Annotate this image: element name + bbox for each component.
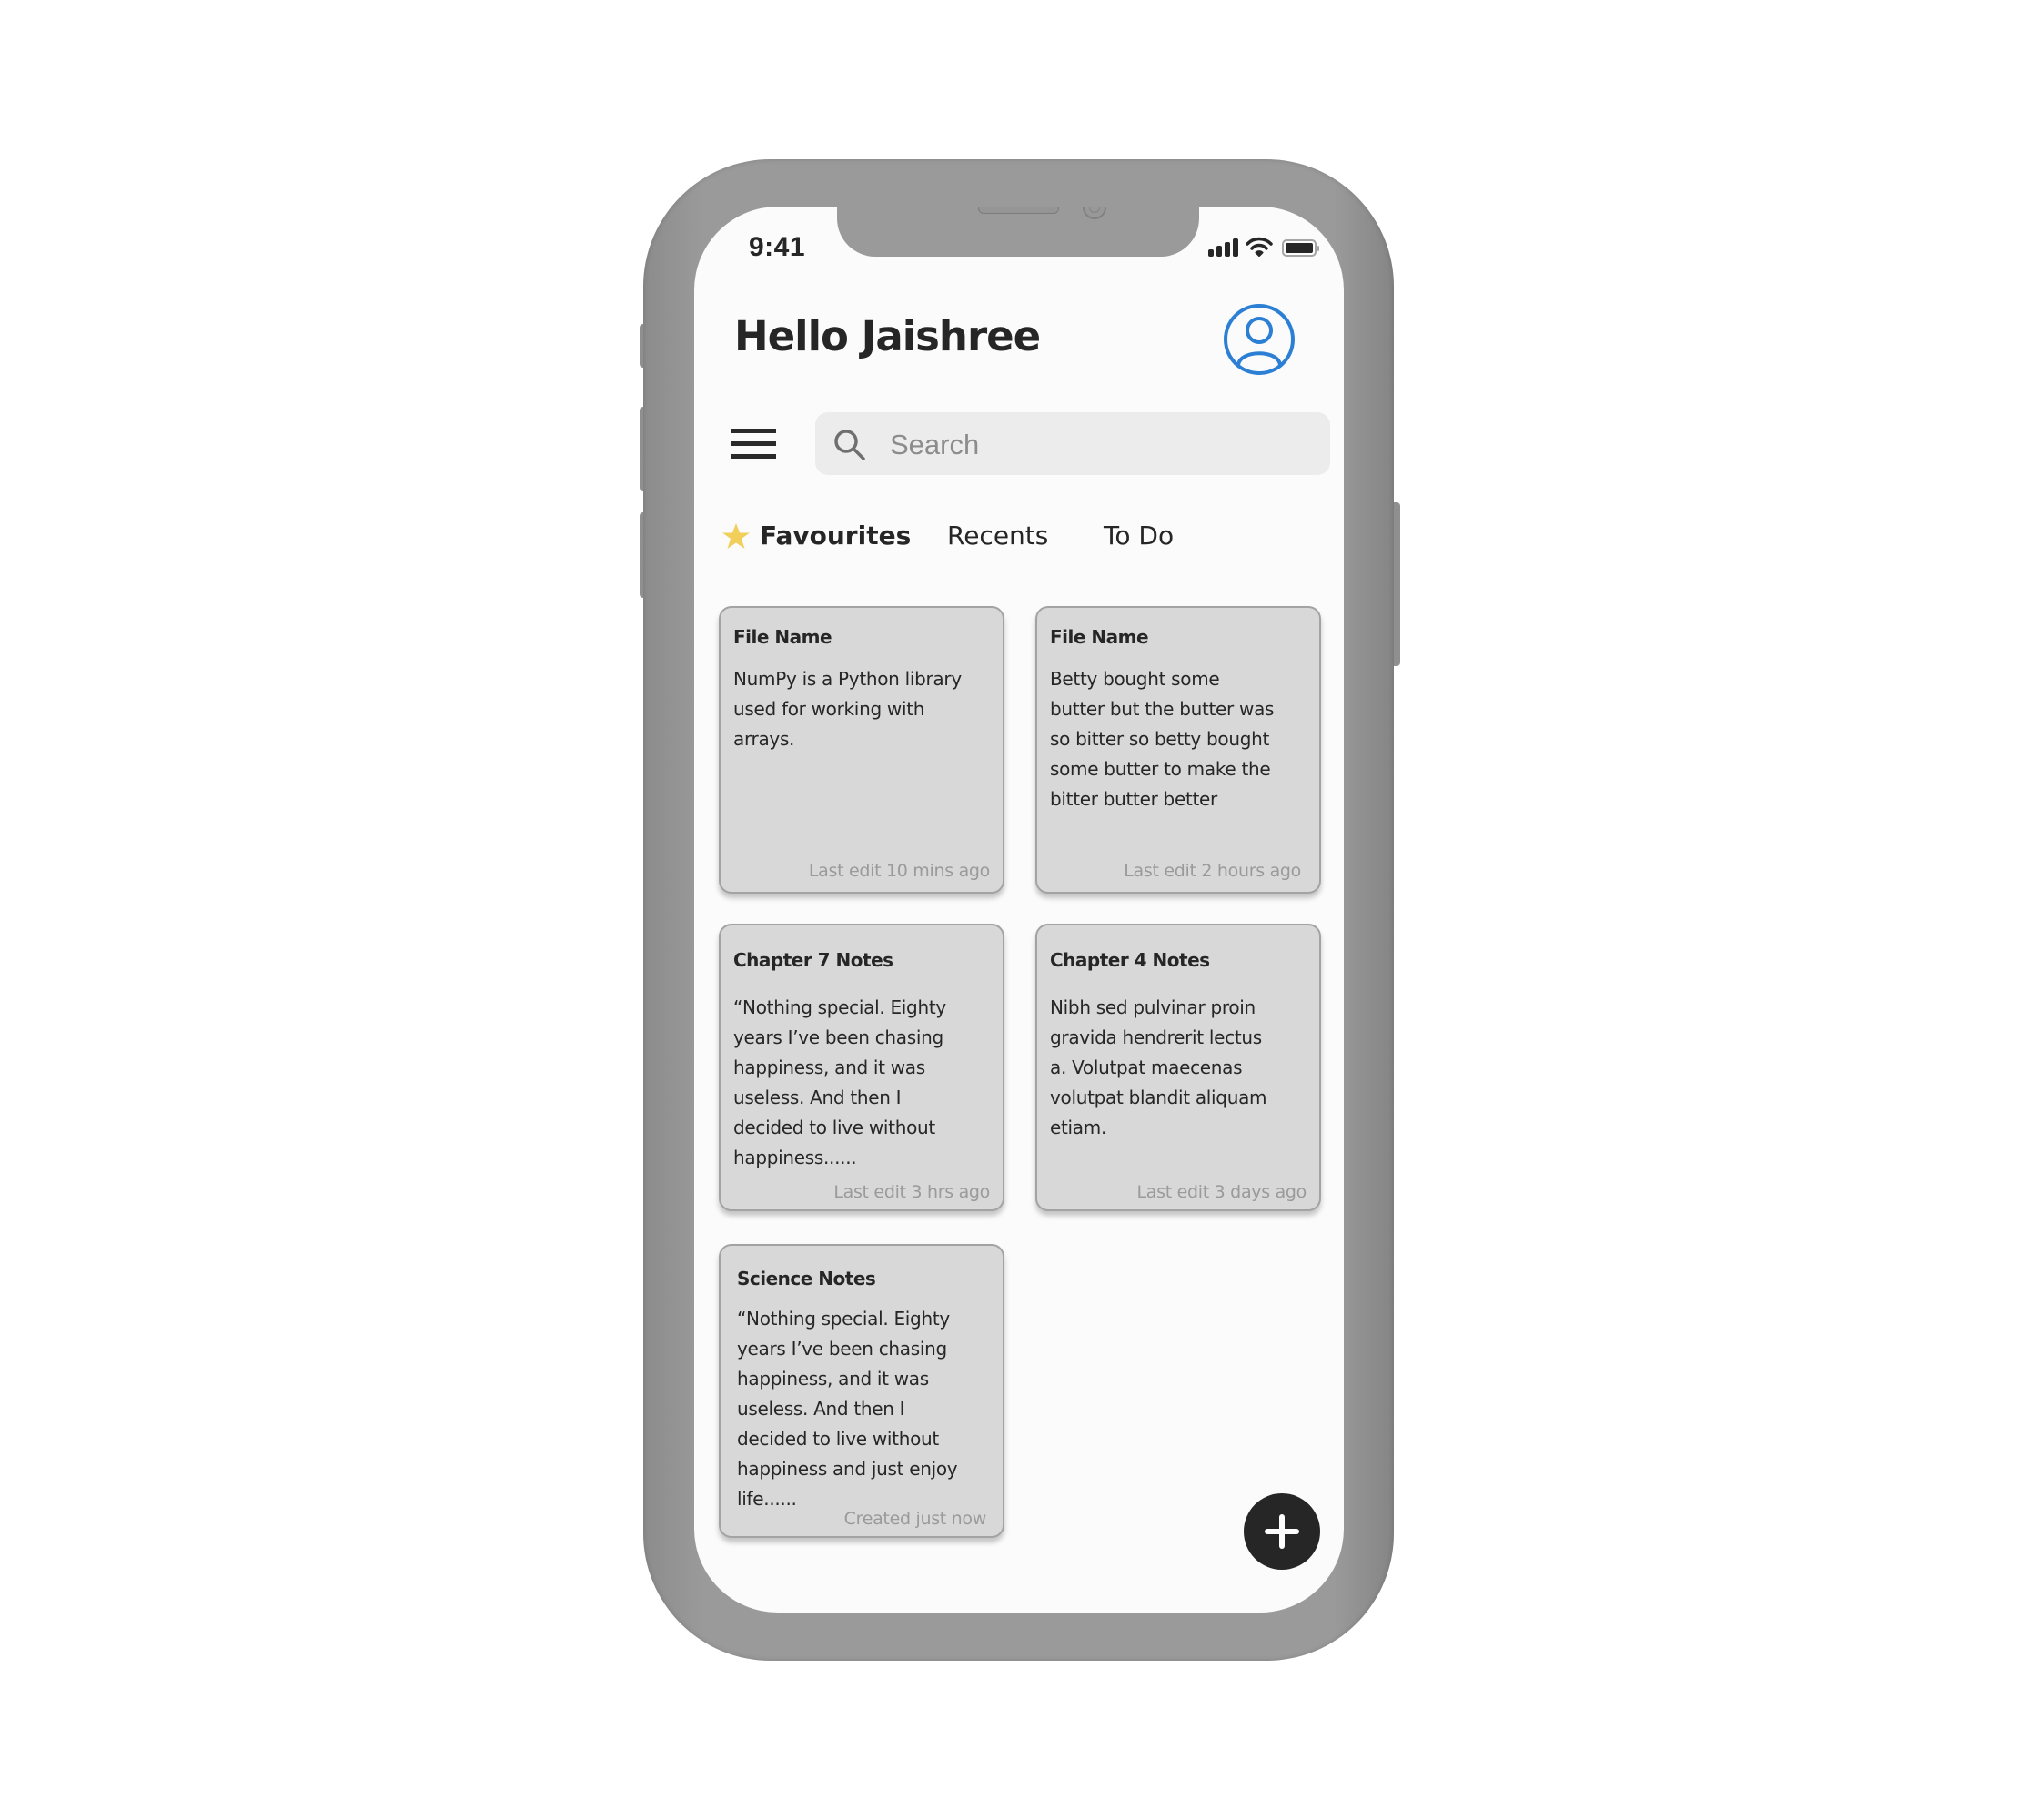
wifi-icon <box>1246 237 1273 257</box>
note-card[interactable]: Science Notes “Nothing special. Eighty y… <box>719 1244 1004 1538</box>
note-timestamp: Last edit 10 mins ago <box>808 861 990 881</box>
cellular-signal-icon <box>1208 238 1238 257</box>
note-card[interactable]: Chapter 7 Notes “Nothing special. Eighty… <box>719 924 1004 1211</box>
hamburger-menu-button[interactable] <box>731 429 776 461</box>
search-icon <box>834 430 865 460</box>
note-card[interactable]: File Name NumPy is a Python library used… <box>719 606 1004 894</box>
note-card[interactable]: File Name Betty bought some butter but t… <box>1035 606 1321 894</box>
note-timestamp: Last edit 2 hours ago <box>1124 861 1301 881</box>
notch <box>837 207 1199 257</box>
star-icon <box>722 523 750 549</box>
status-time: 9:41 <box>749 232 806 262</box>
add-note-button[interactable] <box>1244 1493 1320 1570</box>
phone-screen: 9:41 Hello Jaishree Search Favourites Re… <box>694 207 1344 1613</box>
speaker-grille <box>978 207 1059 214</box>
note-preview: “Nothing special. Eighty years I’ve been… <box>737 1308 958 1510</box>
note-title: Science Notes <box>737 1268 876 1289</box>
note-title: File Name <box>733 626 832 648</box>
note-timestamp: Created just now <box>843 1509 987 1529</box>
phone-frame: 9:41 Hello Jaishree Search Favourites Re… <box>643 159 1394 1661</box>
status-icons <box>1208 237 1319 257</box>
battery-icon <box>1282 239 1319 257</box>
note-title: Chapter 4 Notes <box>1050 949 1210 971</box>
note-card[interactable]: Chapter 4 Notes Nibh sed pulvinar proin … <box>1035 924 1321 1211</box>
note-preview: Nibh sed pulvinar proin gravida hendreri… <box>1050 996 1267 1138</box>
note-title: Chapter 7 Notes <box>733 949 893 971</box>
search-input[interactable] <box>888 421 1310 469</box>
greeting-title: Hello Jaishree <box>734 312 1041 360</box>
note-preview: Betty bought some butter but the butter … <box>1050 668 1275 810</box>
note-preview: “Nothing special. Eighty years I’ve been… <box>733 996 946 1168</box>
tab-to-do[interactable]: To Do <box>1104 521 1174 551</box>
plus-icon <box>1265 1514 1299 1549</box>
note-timestamp: Last edit 3 hrs ago <box>833 1182 990 1202</box>
tab-favourites[interactable]: Favourites <box>760 521 911 551</box>
note-preview: NumPy is a Python library used for worki… <box>733 668 962 750</box>
user-profile-icon <box>1224 304 1295 375</box>
hamburger-menu-icon <box>731 429 776 433</box>
note-title: File Name <box>1050 626 1149 648</box>
search-bar[interactable] <box>815 412 1330 475</box>
hamburger-menu-icon <box>731 441 776 446</box>
hamburger-menu-icon <box>731 454 776 459</box>
tab-recents[interactable]: Recents <box>947 521 1048 551</box>
note-timestamp: Last edit 3 days ago <box>1136 1182 1307 1202</box>
profile-button[interactable] <box>1222 302 1296 377</box>
